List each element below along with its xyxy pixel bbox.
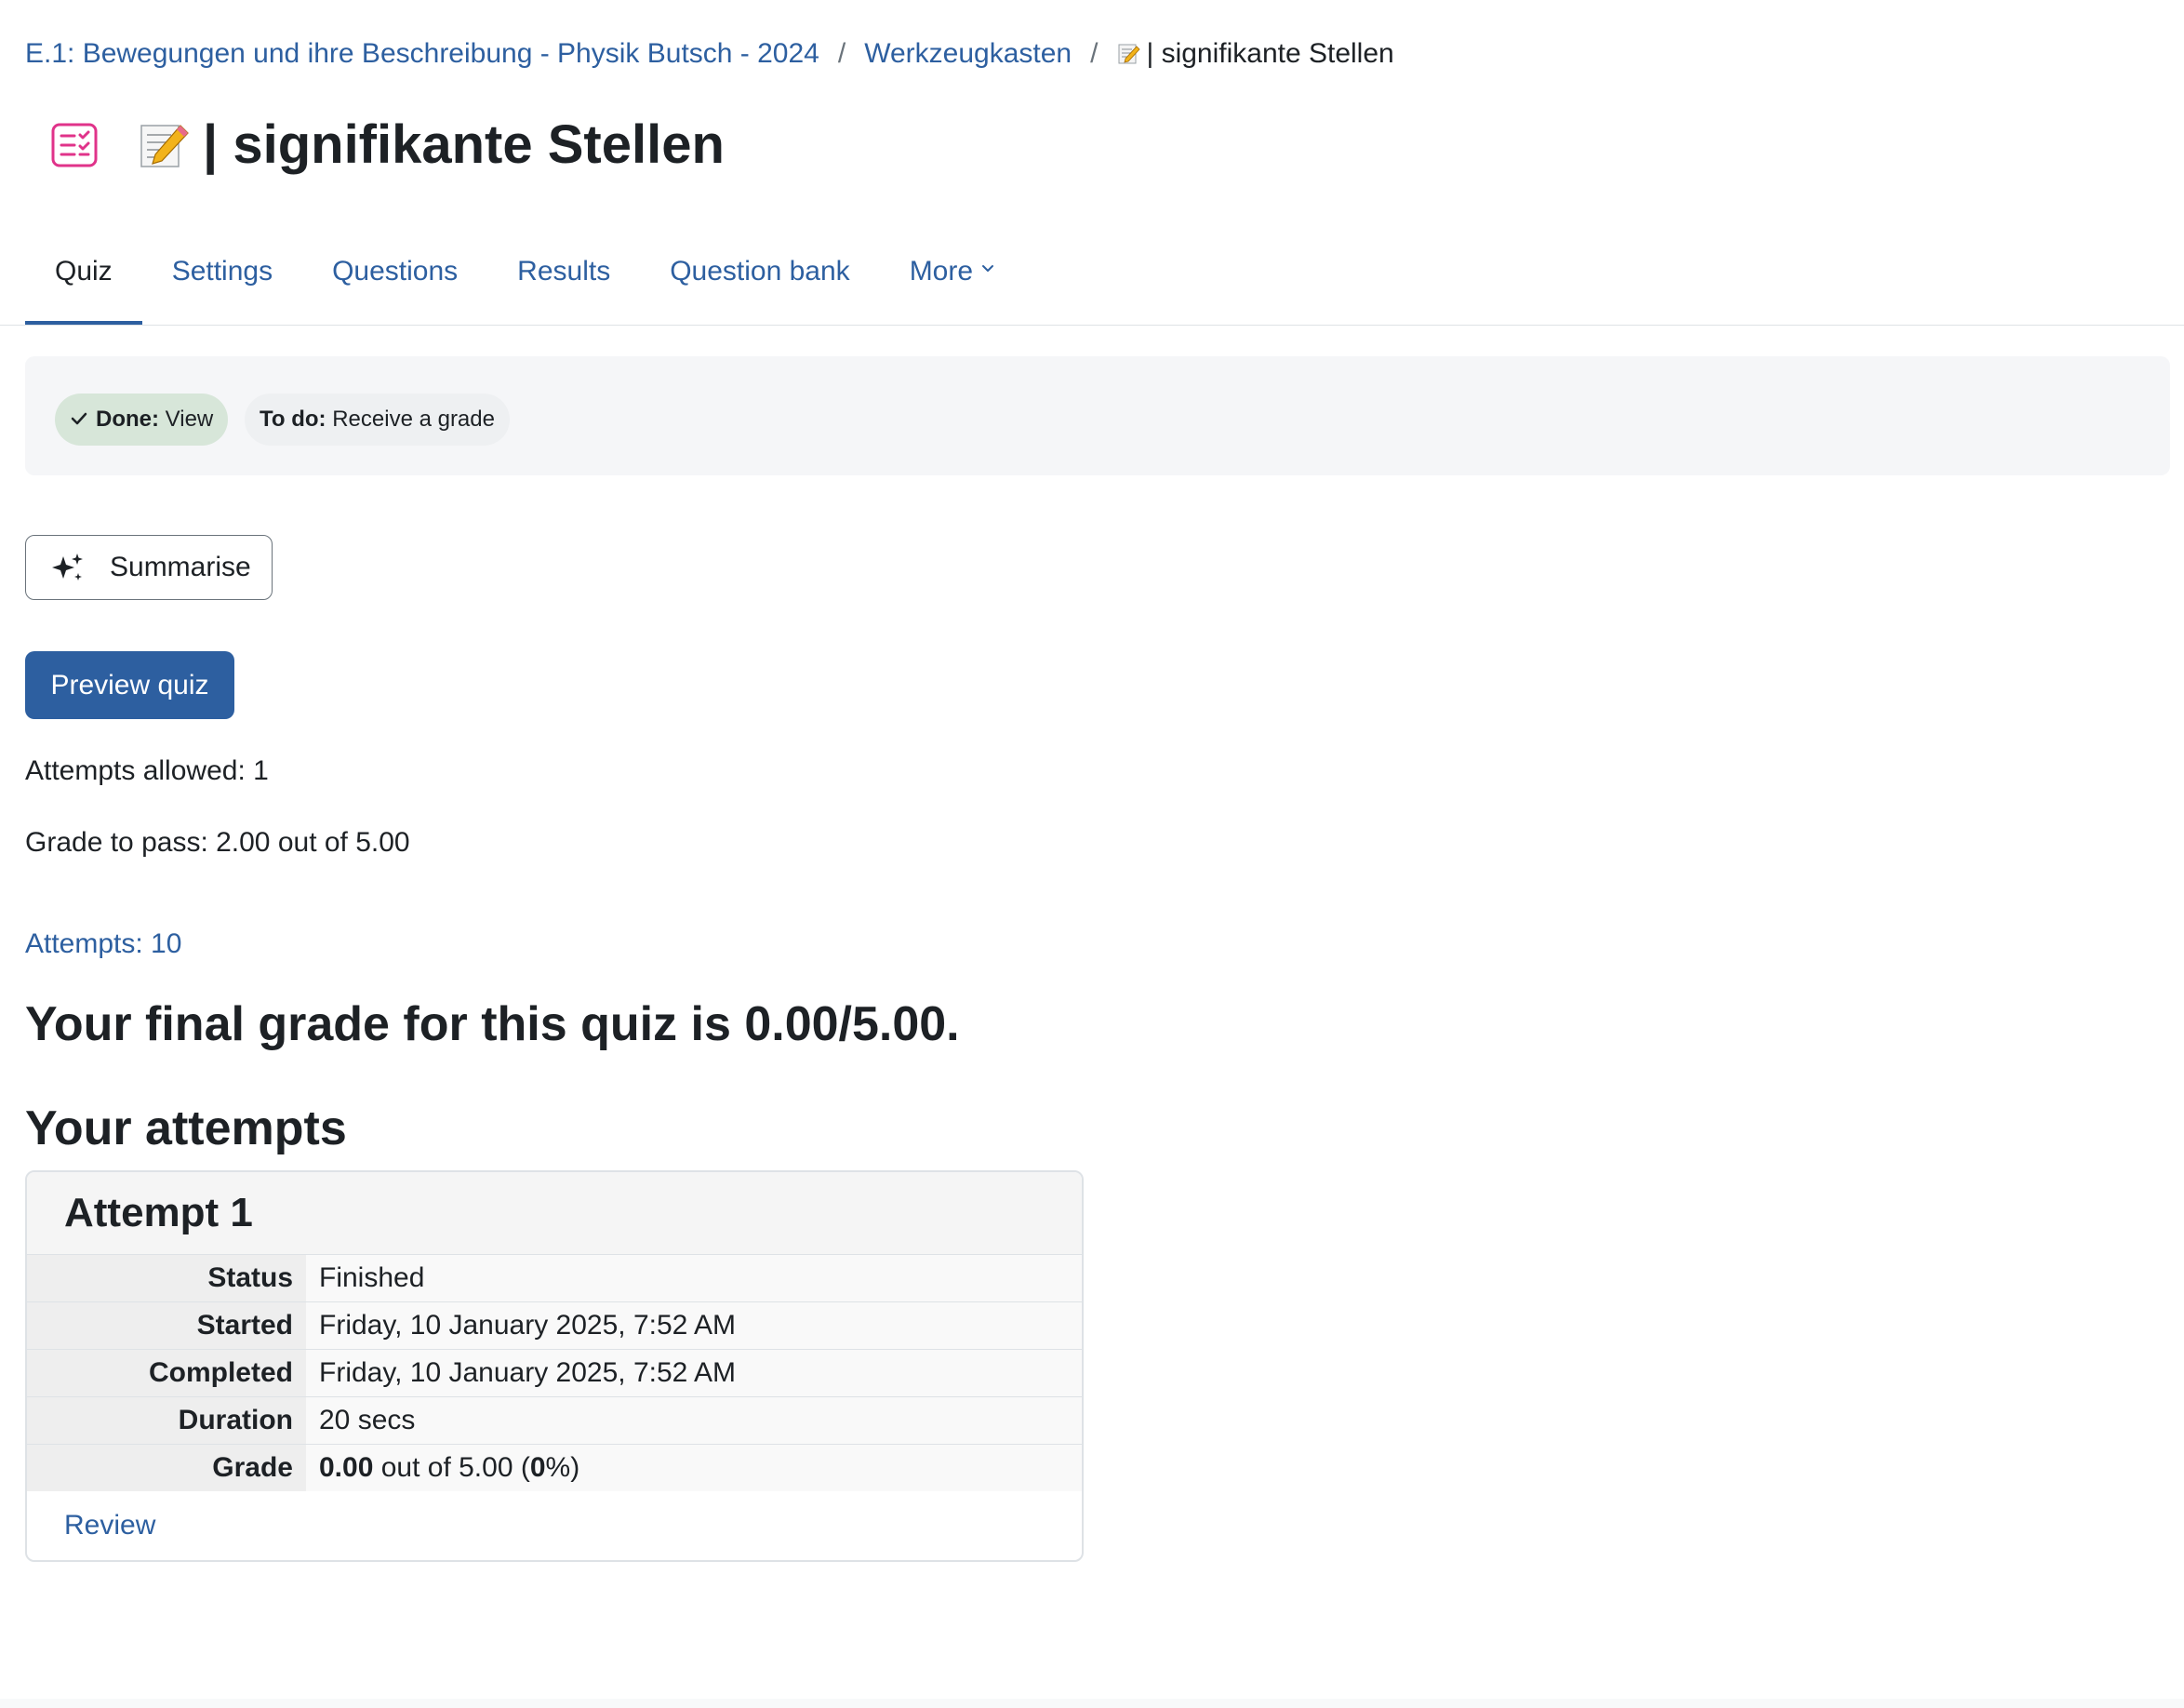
secondary-navigation: Quiz Settings Questions Results Question… [25, 240, 1025, 326]
todo-value: Receive a grade [332, 407, 495, 432]
breadcrumb-current: | signifikante Stellen [1116, 35, 1394, 73]
tab-results[interactable]: Results [487, 240, 640, 326]
sparkles-icon [52, 554, 83, 580]
tab-quiz[interactable]: Quiz [25, 240, 142, 326]
your-attempts-heading: Your attempts [25, 1101, 347, 1155]
table-row: Started Friday, 10 January 2025, 7:52 AM [27, 1301, 1082, 1350]
page-title-text: | signifikante Stellen [203, 114, 725, 175]
attempts-allowed: Attempts allowed: 1 [25, 755, 269, 786]
done-value: View [165, 407, 214, 432]
quiz-icon [51, 123, 98, 167]
grade-label: Grade [27, 1444, 306, 1491]
breadcrumb-separator: / [837, 38, 846, 69]
breadcrumb-section-link[interactable]: Werkzeugkasten [864, 35, 1072, 73]
summarise-button[interactable]: Summarise [25, 535, 273, 600]
tab-more-label: More [909, 256, 974, 287]
breadcrumb-current-label: | signifikante Stellen [1146, 38, 1394, 69]
grade-to-pass: Grade to pass: 2.00 out of 5.00 [25, 827, 410, 858]
tab-questions[interactable]: Questions [302, 240, 487, 326]
tab-more[interactable]: More [880, 240, 1025, 326]
grade-score: 0.00 [319, 1452, 374, 1483]
tab-settings[interactable]: Settings [142, 240, 302, 326]
completed-value: Friday, 10 January 2025, 7:52 AM [306, 1349, 1082, 1397]
footer-strip [0, 1699, 2184, 1708]
duration-label: Duration [27, 1396, 306, 1445]
completed-label: Completed [27, 1349, 306, 1397]
completion-done-badge: Done: View [55, 394, 229, 446]
grade-percent: 0 [529, 1452, 546, 1483]
completion-todo-badge: To do: Receive a grade [245, 394, 510, 446]
attempt-summary-table: Status Finished Started Friday, 10 Janua… [27, 1255, 1082, 1491]
breadcrumb: E.1: Bewegungen und ihre Beschreibung - … [25, 35, 1394, 73]
started-value: Friday, 10 January 2025, 7:52 AM [306, 1301, 1082, 1350]
memo-pencil-icon [140, 125, 189, 167]
check-icon [71, 412, 87, 425]
memo-pencil-icon [1118, 44, 1140, 64]
tab-question-bank[interactable]: Question bank [640, 240, 879, 326]
activity-completion: Done: View To do: Receive a grade [25, 356, 2170, 475]
table-row: Completed Friday, 10 January 2025, 7:52 … [27, 1349, 1082, 1397]
table-row: Grade 0.00 out of 5.00 (0%) [27, 1444, 1082, 1491]
page-header: | signifikante Stellen [50, 110, 725, 180]
attempt-title: Attempt 1 [27, 1172, 1082, 1255]
preview-quiz-button[interactable]: Preview quiz [25, 651, 234, 719]
grade-mid: out of 5.00 ( [373, 1452, 530, 1483]
final-grade-heading: Your final grade for this quiz is 0.00/5… [25, 997, 960, 1051]
summarise-label: Summarise [110, 552, 251, 582]
review-link[interactable]: Review [64, 1507, 155, 1544]
status-value: Finished [306, 1255, 1082, 1302]
page-title: | signifikante Stellen [136, 110, 725, 180]
breadcrumb-separator: / [1090, 38, 1099, 69]
started-label: Started [27, 1301, 306, 1350]
breadcrumb-course-link[interactable]: E.1: Bewegungen und ihre Beschreibung - … [25, 35, 819, 73]
table-row: Status Finished [27, 1255, 1082, 1302]
done-label: Done: [96, 407, 159, 432]
chevron-down-icon [982, 265, 994, 272]
attempts-link[interactable]: Attempts: 10 [25, 926, 181, 963]
status-label: Status [27, 1255, 306, 1302]
duration-value: 20 secs [306, 1396, 1082, 1445]
tabs-divider [0, 325, 2184, 326]
grade-end: %) [545, 1452, 580, 1483]
grade-value: 0.00 out of 5.00 (0%) [306, 1444, 1082, 1491]
todo-label: To do: [260, 407, 326, 432]
attempt-card: Attempt 1 Status Finished Started Friday… [25, 1170, 1084, 1562]
table-row: Duration 20 secs [27, 1396, 1082, 1445]
